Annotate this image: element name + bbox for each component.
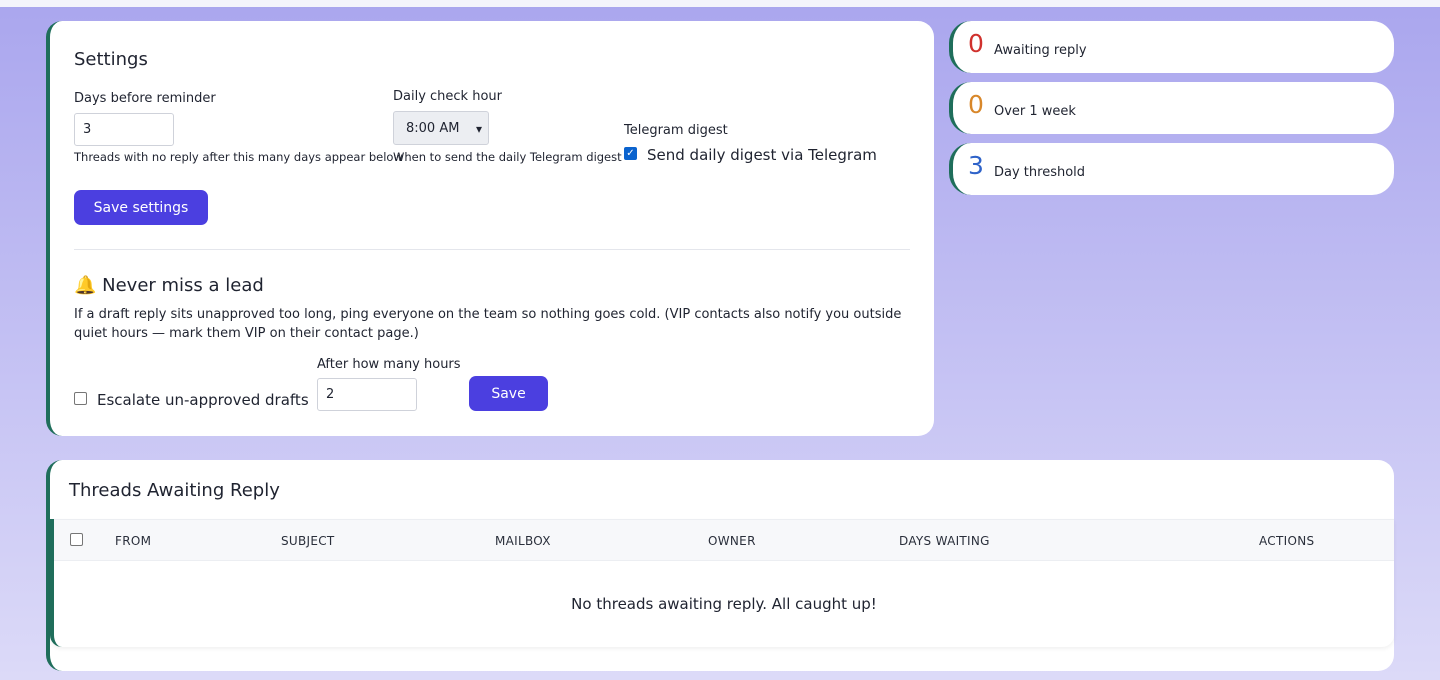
- stat-label: Awaiting reply: [994, 43, 1087, 58]
- telegram-digest-checkbox[interactable]: ✓: [624, 147, 637, 160]
- column-actions: ACTIONS: [1259, 534, 1315, 548]
- days-before-reminder-input[interactable]: [74, 113, 174, 146]
- column-owner[interactable]: OWNER: [708, 534, 756, 548]
- threads-card: Threads Awaiting Reply FROM SUBJECT MAIL…: [46, 460, 1394, 671]
- escalate-drafts-checkbox-label: Escalate un-approved drafts: [97, 391, 309, 409]
- stat-label: Day threshold: [994, 165, 1086, 180]
- after-hours-label: After how many hours: [317, 357, 461, 372]
- stat-day-threshold: 3 Day threshold: [949, 143, 1394, 195]
- stat-over-one-week: 0 Over 1 week: [949, 82, 1394, 134]
- never-miss-lead-description: If a draft reply sits unapproved too lon…: [74, 307, 902, 341]
- column-days-waiting[interactable]: DAYS WAITING: [899, 534, 990, 548]
- column-from[interactable]: FROM: [115, 534, 151, 548]
- settings-card: Settings Days before reminder Threads wi…: [46, 21, 934, 436]
- telegram-digest-checkbox-label: Send daily digest via Telegram: [647, 146, 877, 164]
- table-header: FROM SUBJECT MAILBOX OWNER DAYS WAITING …: [54, 519, 1394, 561]
- save-settings-button[interactable]: Save settings: [74, 190, 208, 225]
- stat-awaiting-reply: 0 Awaiting reply: [949, 21, 1394, 73]
- daily-check-hour-select[interactable]: 8:00 AM ▾: [393, 111, 489, 145]
- daily-check-hour-value: 8:00 AM: [406, 120, 460, 136]
- column-mailbox[interactable]: MAILBOX: [495, 534, 551, 548]
- after-hours-input[interactable]: [317, 378, 417, 411]
- stat-value: 0: [968, 90, 984, 119]
- days-before-reminder-label: Days before reminder: [74, 91, 216, 106]
- threads-table: FROM SUBJECT MAILBOX OWNER DAYS WAITING …: [50, 519, 1394, 647]
- daily-check-hour-hint: When to send the daily Telegram digest: [393, 150, 622, 164]
- threads-title: Threads Awaiting Reply: [69, 480, 280, 501]
- stat-label: Over 1 week: [994, 104, 1076, 119]
- select-all-checkbox[interactable]: [70, 533, 83, 546]
- empty-state-message: No threads awaiting reply. All caught up…: [571, 595, 877, 613]
- daily-check-hour-label: Daily check hour: [393, 89, 502, 104]
- stat-value: 0: [968, 29, 984, 58]
- stat-value: 3: [968, 151, 984, 180]
- settings-title: Settings: [74, 49, 148, 70]
- telegram-digest-label: Telegram digest: [624, 123, 728, 138]
- save-escalation-button[interactable]: Save: [469, 376, 548, 411]
- chevron-down-icon: ▾: [475, 122, 482, 136]
- column-subject[interactable]: SUBJECT: [281, 534, 335, 548]
- days-before-reminder-hint: Threads with no reply after this many da…: [74, 150, 403, 164]
- top-bar: [0, 0, 1440, 7]
- divider: [74, 249, 910, 250]
- never-miss-lead-title: 🔔 Never miss a lead: [74, 275, 264, 296]
- escalate-drafts-checkbox[interactable]: [74, 392, 87, 405]
